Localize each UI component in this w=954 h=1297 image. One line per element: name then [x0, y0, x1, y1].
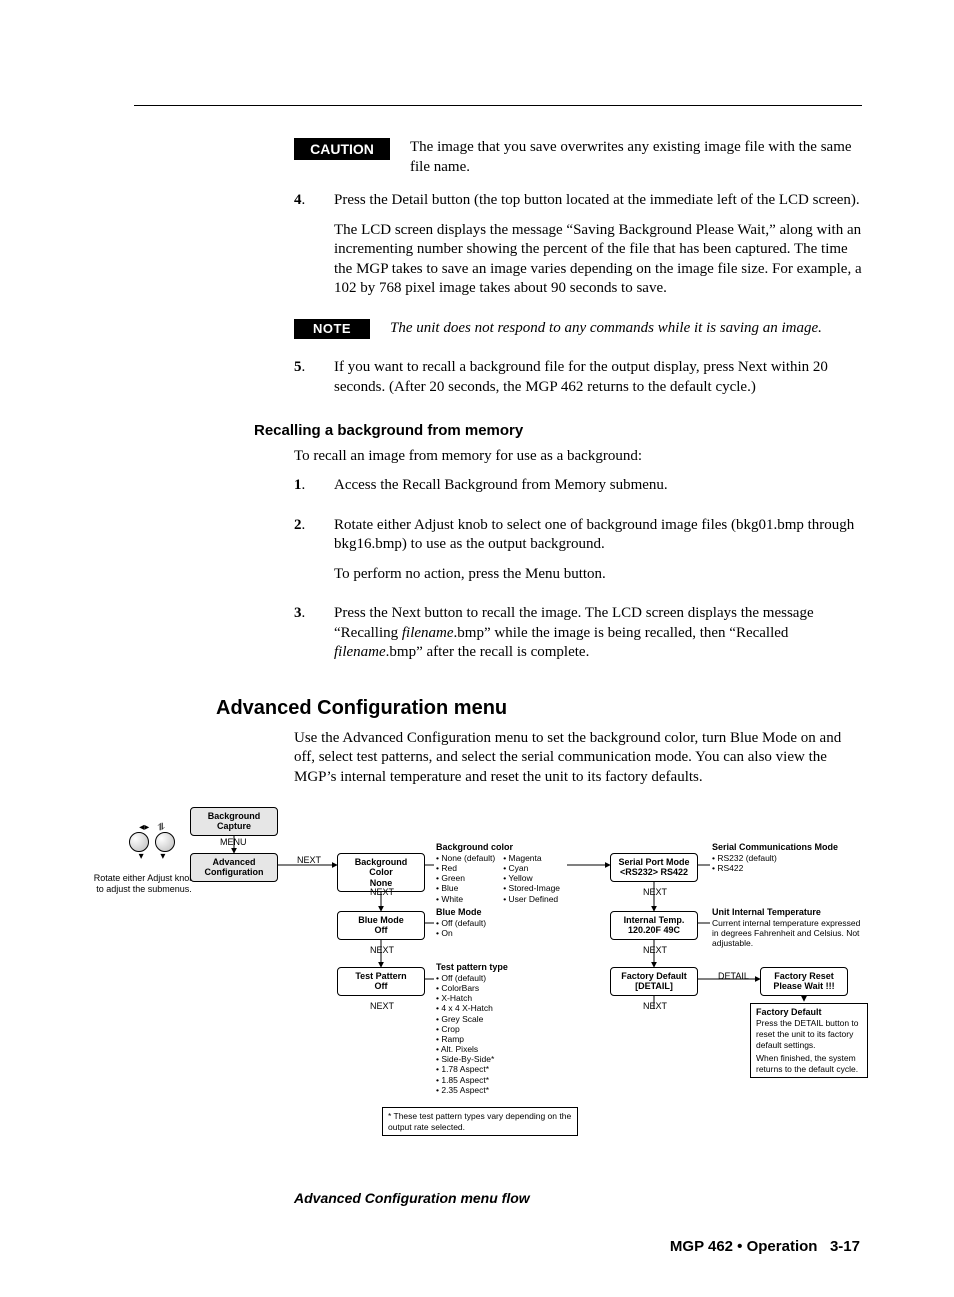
lcd-bg-capture: BackgroundCapture: [190, 807, 278, 836]
next-label: NEXT: [643, 945, 667, 957]
figure-caption: Advanced Configuration menu flow: [294, 1189, 862, 1207]
step4-p1: Press the Detail button (the top button …: [334, 191, 862, 211]
lcd-factory-default: Factory Default[DETAIL]: [610, 967, 698, 996]
lcd-factory-reset: Factory ResetPlease Wait !!!: [760, 967, 848, 996]
side-factdef: Factory Default Press the DETAIL button …: [750, 1003, 868, 1078]
note-tag: NOTE: [294, 319, 370, 340]
note-text: The unit does not respond to any command…: [390, 319, 822, 339]
side-serial: Serial Communications Mode • RS232 (defa…: [712, 842, 862, 873]
caution-text: The image that you save overwrites any e…: [410, 138, 862, 177]
rstep1-p1: Access the Recall Background from Memory…: [334, 476, 862, 496]
adv-heading: Advanced Configuration menu: [216, 695, 862, 721]
step-number: 4.: [294, 191, 334, 211]
adv-intro: Use the Advanced Configuration menu to s…: [294, 729, 862, 788]
step-number: 2.: [294, 516, 334, 536]
recall-intro: To recall an image from memory for use a…: [294, 447, 862, 467]
rstep2-p1: Rotate either Adjust knob to select one …: [334, 516, 862, 555]
side-testpat-foot: * These test pattern types vary dependin…: [382, 1107, 578, 1136]
page-footer: MGP 462 • Operation 3-17: [74, 1237, 860, 1257]
next-label: NEXT: [370, 887, 394, 899]
rstep3-p1: Press the Next button to recall the imag…: [334, 604, 862, 663]
side-testpat: Test pattern type • Off (default) • Colo…: [436, 962, 508, 1095]
lcd-adv-config: AdvancedConfiguration: [190, 853, 278, 882]
next-label: NEXT: [370, 945, 394, 957]
step4-p2: The LCD screen displays the message “Sav…: [334, 221, 862, 299]
next-label: NEXT: [370, 1001, 394, 1013]
next-label: NEXT: [643, 887, 667, 899]
side-bgcolor: Background color • None (default) • Red …: [436, 842, 576, 904]
adjust-knobs-icon: ◂▸ ⥮ ▾ ▾: [126, 821, 178, 863]
side-temp: Unit Internal Temperature Current intern…: [712, 907, 862, 948]
next-label: NEXT: [643, 1001, 667, 1013]
step-number: 3.: [294, 604, 334, 624]
step-number: 1.: [294, 476, 334, 496]
side-bluemode: Blue Mode • Off (default) • On: [436, 907, 486, 938]
step5-p1: If you want to recall a background file …: [334, 358, 862, 397]
lcd-blue-mode: Blue ModeOff: [337, 911, 425, 940]
menu-label: MENU: [220, 837, 247, 849]
rstep2-p2: To perform no action, press the Menu but…: [334, 565, 862, 585]
detail-label: DETAIL: [718, 971, 749, 983]
recall-heading: Recalling a background from memory: [254, 421, 862, 441]
lcd-test-pattern: Test PatternOff: [337, 967, 425, 996]
menu-flow-diagram: ◂▸ ⥮ ▾ ▾ Rotate either Adjust knobto adj…: [74, 807, 862, 1177]
lcd-serial: Serial Port Mode<RS232> RS422: [610, 853, 698, 882]
next-label: NEXT: [297, 855, 321, 867]
caution-tag: CAUTION: [294, 138, 390, 160]
step-number: 5.: [294, 358, 334, 378]
lcd-temp: Internal Temp.120.20F 49C: [610, 911, 698, 940]
